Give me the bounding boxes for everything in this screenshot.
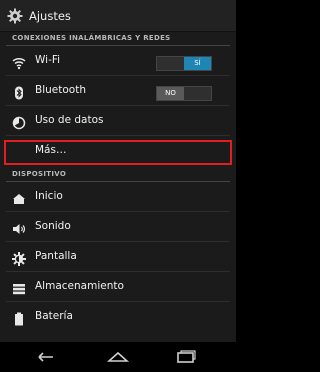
settings-item-storage[interactable]: Almacenamiento [0,273,236,302]
section-divider [6,45,230,46]
battery-icon [12,311,26,326]
recent-apps-icon[interactable] [174,349,198,365]
settings-item-label: Wi-Fi [35,54,61,66]
home-nav-icon[interactable] [106,349,130,365]
back-icon[interactable] [34,349,58,365]
section-title-wireless: CONEXIONES INALÁMBRICAS Y REDES [12,34,171,42]
settings-item-wifi[interactable]: Wi-Fi SÍ [0,47,236,76]
settings-item-data-usage[interactable]: Uso de datos [0,107,236,136]
row-divider [6,301,230,302]
settings-item-label: Inicio [35,190,63,202]
settings-item-label: Almacenamiento [35,280,124,292]
settings-item-home[interactable]: Inicio [0,183,236,212]
wifi-icon [12,55,26,70]
row-divider [6,75,230,76]
section-header-wireless: CONEXIONES INALÁMBRICAS Y REDES [0,32,236,46]
toggle-state-label: SÍ [184,57,211,70]
highlight-box [4,140,232,165]
row-divider [6,105,230,106]
row-divider [6,271,230,272]
row-divider [6,135,230,136]
settings-item-display[interactable]: Pantalla [0,243,236,272]
bluetooth-toggle[interactable]: NO [156,86,212,101]
bluetooth-icon [12,85,26,100]
toggle-state-label: NO [157,87,184,100]
settings-item-label: Bluetooth [35,84,86,96]
section-header-device: DISPOSITIVO [0,168,236,182]
wifi-toggle[interactable]: SÍ [156,56,212,71]
section-title-device: DISPOSITIVO [12,170,67,178]
page-title: Ajustes [29,8,71,23]
home-icon [12,191,26,205]
navigation-bar [0,342,236,372]
settings-item-label: Uso de datos [35,114,104,126]
settings-item-label: Batería [35,310,73,322]
settings-item-sound[interactable]: Sonido [0,213,236,242]
row-divider [6,241,230,242]
section-divider [6,181,230,182]
row-divider [6,211,230,212]
settings-item-bluetooth[interactable]: Bluetooth NO [0,77,236,106]
action-bar: Ajustes [0,0,236,32]
gear-icon[interactable] [6,7,24,25]
display-icon [12,251,26,266]
settings-list: CONEXIONES INALÁMBRICAS Y REDES Wi-Fi SÍ… [0,32,236,342]
sound-icon [12,221,26,235]
settings-item-label: Pantalla [35,250,77,262]
storage-icon [12,281,26,295]
settings-item-battery[interactable]: Batería [0,303,236,332]
settings-item-label: Sonido [35,220,71,232]
data-usage-icon [12,115,26,130]
